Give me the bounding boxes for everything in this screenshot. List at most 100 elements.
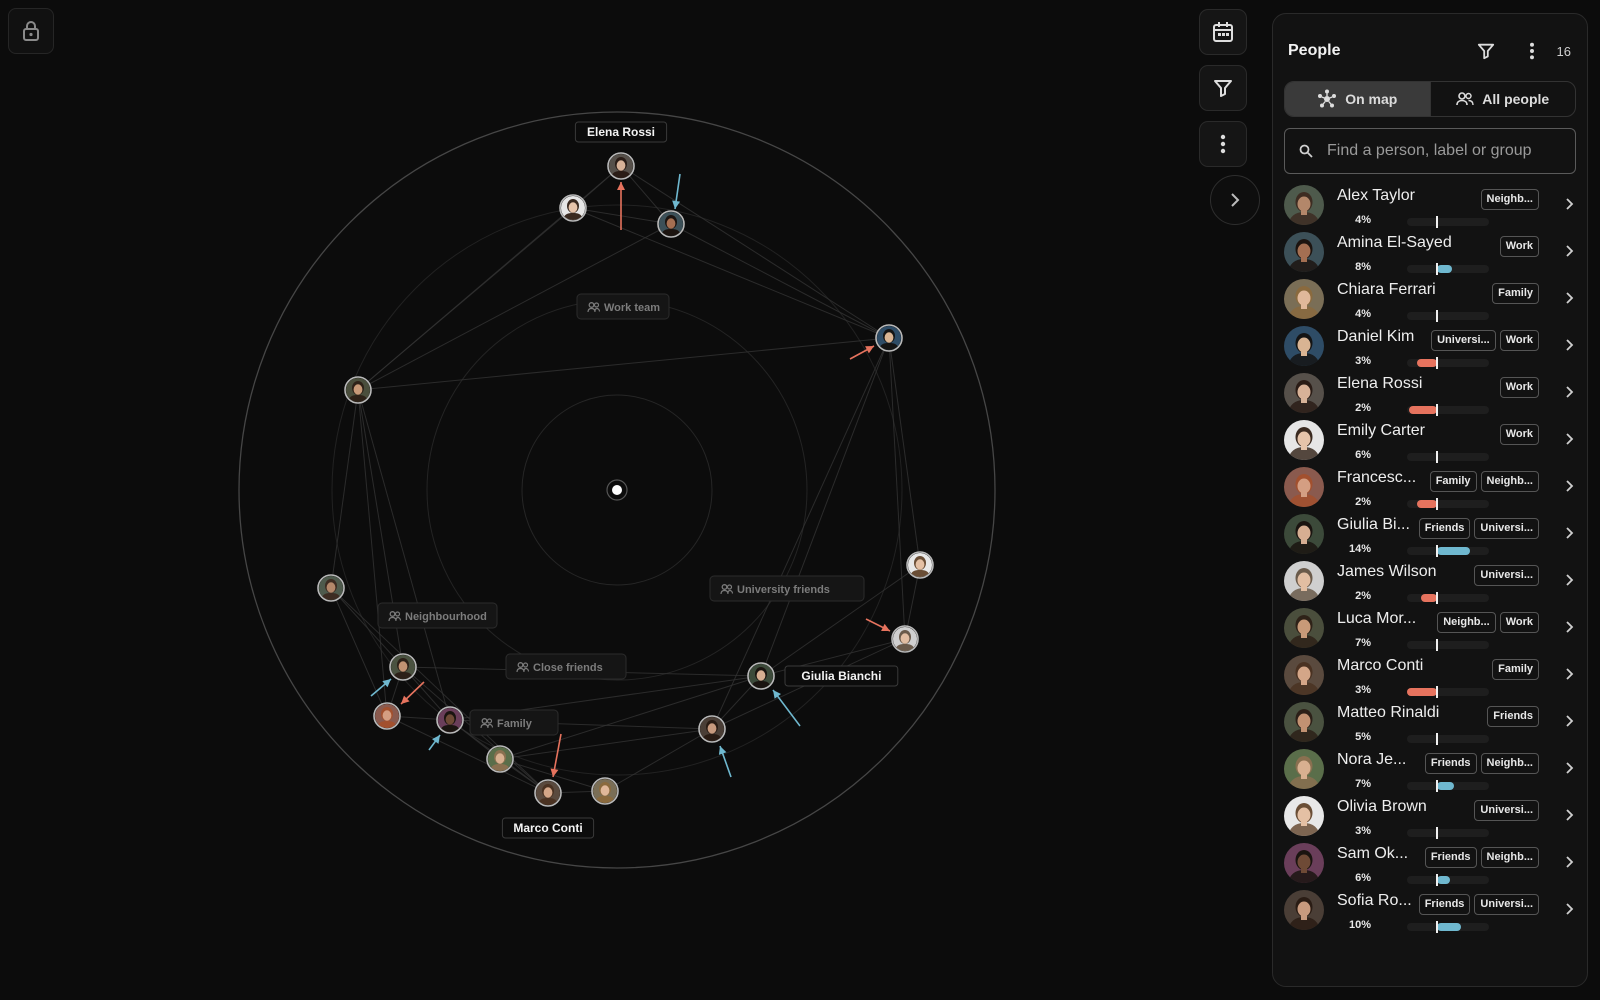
person-name: Olivia Brown [1337,798,1427,815]
avatar [1284,279,1324,319]
group-label-text: University friends [737,584,830,596]
person-tags: Work [1499,236,1539,257]
closeness-percent: 3% [1355,355,1371,367]
person-name: Sam Ok... [1337,845,1409,862]
calendar-icon [1213,22,1233,42]
avatar [1284,514,1324,554]
change-bar [1407,451,1489,463]
person-nodes[interactable] [317,152,934,807]
tag-badge: Friends [1424,847,1477,868]
group-label-family[interactable]: Family [469,709,559,736]
person-node-francesc[interactable] [373,702,401,730]
person-tags: Friends [1487,706,1539,727]
chevron-right-icon [1565,761,1575,780]
list-item-sam-ok[interactable]: Sam Ok... Friends Neighb... 6% [1273,841,1587,888]
connection-line [888,337,906,640]
people-list: Alex Taylor Neighb... 4% Amina El-Sayed Work… [1273,183,1587,935]
person-tags: Friends Universi... [1418,894,1539,915]
list-item-alex-taylor[interactable]: Alex Taylor Neighb... 4% [1273,183,1587,230]
list-item-amina-el-sayed[interactable]: Amina El-Sayed Work 8% [1273,230,1587,277]
node-avatar [908,553,932,577]
chevron-right-icon [1565,385,1575,404]
change-bar-center [1436,404,1438,416]
avatar [1284,608,1324,648]
tag-badge: Neighb... [1480,189,1539,210]
person-tags: Work [1499,424,1539,445]
person-name: Marco Conti [1337,657,1424,674]
filter-people-button[interactable] [1473,38,1499,64]
node-label-giulia-bianchi: Giulia Bianchi [784,665,899,687]
tag-badge: Neighb... [1480,847,1539,868]
list-item-daniel-kim[interactable]: Daniel Kim Universi... Work 3% [1273,324,1587,371]
list-item-elena-rossi[interactable]: Elena Rossi Work 2% [1273,371,1587,418]
group-label-close-friends[interactable]: Close friends [505,653,627,680]
change-bar-fill [1408,406,1437,414]
change-bar [1407,310,1489,322]
person-node-alex-taylor[interactable] [317,574,345,602]
person-node-amina-el-sayed[interactable] [657,210,685,238]
person-node-nora-je[interactable] [486,745,514,773]
change-bar-center [1436,592,1438,604]
avatar [1284,749,1324,789]
list-item-giulia-bi[interactable]: Giulia Bi... Friends Universi... 14% [1273,512,1587,559]
change-bar-fill [1437,876,1450,884]
person-node-giulia-bi[interactable] [747,662,775,690]
tab-on-map[interactable]: On map [1285,82,1430,116]
connection-line [357,389,388,717]
person-node-marco-conti[interactable] [534,779,562,807]
change-bar [1407,733,1489,745]
relationship-map[interactable]: Work team University friends Neighbourhood… [0,0,1190,1000]
filter-button[interactable] [1199,65,1247,111]
node-avatar [749,664,773,688]
person-node-luca-mor[interactable] [344,376,372,404]
avatar [1284,702,1324,742]
list-item-luca-mor[interactable]: Luca Mor... Neighb... Work 7% [1273,606,1587,653]
tab-all-people[interactable]: All people [1429,82,1576,116]
person-node-chiara-ferrari[interactable] [591,777,619,805]
list-item-nora-je[interactable]: Nora Je... Friends Neighb... 7% [1273,747,1587,794]
tag-badge: Neighb... [1480,753,1539,774]
tag-badge: Work [1499,424,1539,445]
person-node-sam-ok[interactable] [436,706,464,734]
closeness-percent: 3% [1355,825,1371,837]
group-label-neighbourhood[interactable]: Neighbourhood [377,602,498,629]
person-node-sofia-ro[interactable] [698,715,726,743]
list-item-emily-carter[interactable]: Emily Carter Work 6% [1273,418,1587,465]
person-node-james-wilson[interactable] [891,625,919,653]
node-avatar [319,576,343,600]
collapse-panel-button[interactable] [1210,175,1260,225]
list-item-matteo-rinaldi[interactable]: Matteo Rinaldi Friends 5% [1273,700,1587,747]
closeness-percent: 6% [1355,872,1371,884]
chevron-right-icon [1565,291,1575,310]
avatar-image [1284,326,1324,366]
person-node-olivia-brown[interactable] [906,551,934,579]
connection-line [330,389,359,589]
list-item-marco-conti[interactable]: Marco Conti Family 3% [1273,653,1587,700]
person-node-daniel-kim[interactable] [875,324,903,352]
list-item-james-wilson[interactable]: James Wilson Universi... 2% [1273,559,1587,606]
person-name: Giulia Bi... [1337,516,1410,533]
node-label-text: Elena Rossi [587,125,655,139]
group-label-work-team[interactable]: Work team [576,293,670,320]
tag-badge: Work [1499,612,1539,633]
change-bar-center [1436,874,1438,886]
person-node-emily-carter[interactable] [559,194,587,222]
panel-more-button[interactable] [1519,38,1545,64]
change-bar-center [1436,451,1438,463]
list-item-sofia-ro[interactable]: Sofia Ro... Friends Universi... 10% [1273,888,1587,935]
person-node-matteo-rinaldi[interactable] [389,653,417,681]
more-options-button[interactable] [1199,121,1247,167]
search-input[interactable] [1325,141,1575,161]
avatar [1284,467,1324,507]
list-item-chiara-ferrari[interactable]: Chiara Ferrari Family 4% [1273,277,1587,324]
group-label-university-friends[interactable]: University friends [709,575,865,602]
filter-icon [1214,80,1232,97]
person-node-elena-rossi[interactable] [607,152,635,180]
chevron-right-icon [1565,855,1575,874]
list-item-francesc[interactable]: Francesc... Family Neighb... 2% [1273,465,1587,512]
change-bar-center [1436,357,1438,369]
calendar-button[interactable] [1199,9,1247,55]
person-name: Daniel Kim [1337,328,1415,345]
change-bar-fill [1437,923,1462,931]
list-item-olivia-brown[interactable]: Olivia Brown Universi... 3% [1273,794,1587,841]
